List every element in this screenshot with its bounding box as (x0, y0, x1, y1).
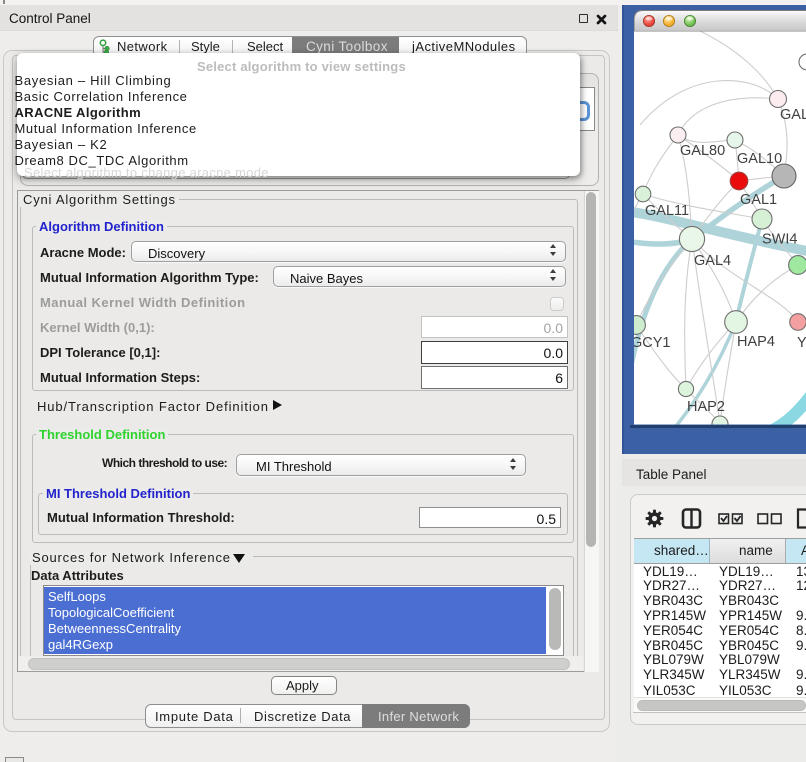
svg-text:GCY1: GCY1 (634, 335, 671, 351)
svg-text:HAP4: HAP4 (737, 334, 775, 350)
svg-text:GAL10: GAL10 (737, 151, 782, 167)
svg-text:GAL4: GAL4 (694, 253, 731, 269)
svg-text:GAL11: GAL11 (645, 203, 689, 219)
svg-text:YJ: YJ (797, 335, 806, 351)
svg-text:GAL80: GAL80 (680, 143, 725, 159)
svg-text:HAP2: HAP2 (687, 399, 725, 415)
svg-text:GAL2: GAL2 (780, 107, 806, 123)
svg-text:GAL1: GAL1 (740, 192, 777, 208)
svg-text:SWI4: SWI4 (762, 232, 797, 248)
